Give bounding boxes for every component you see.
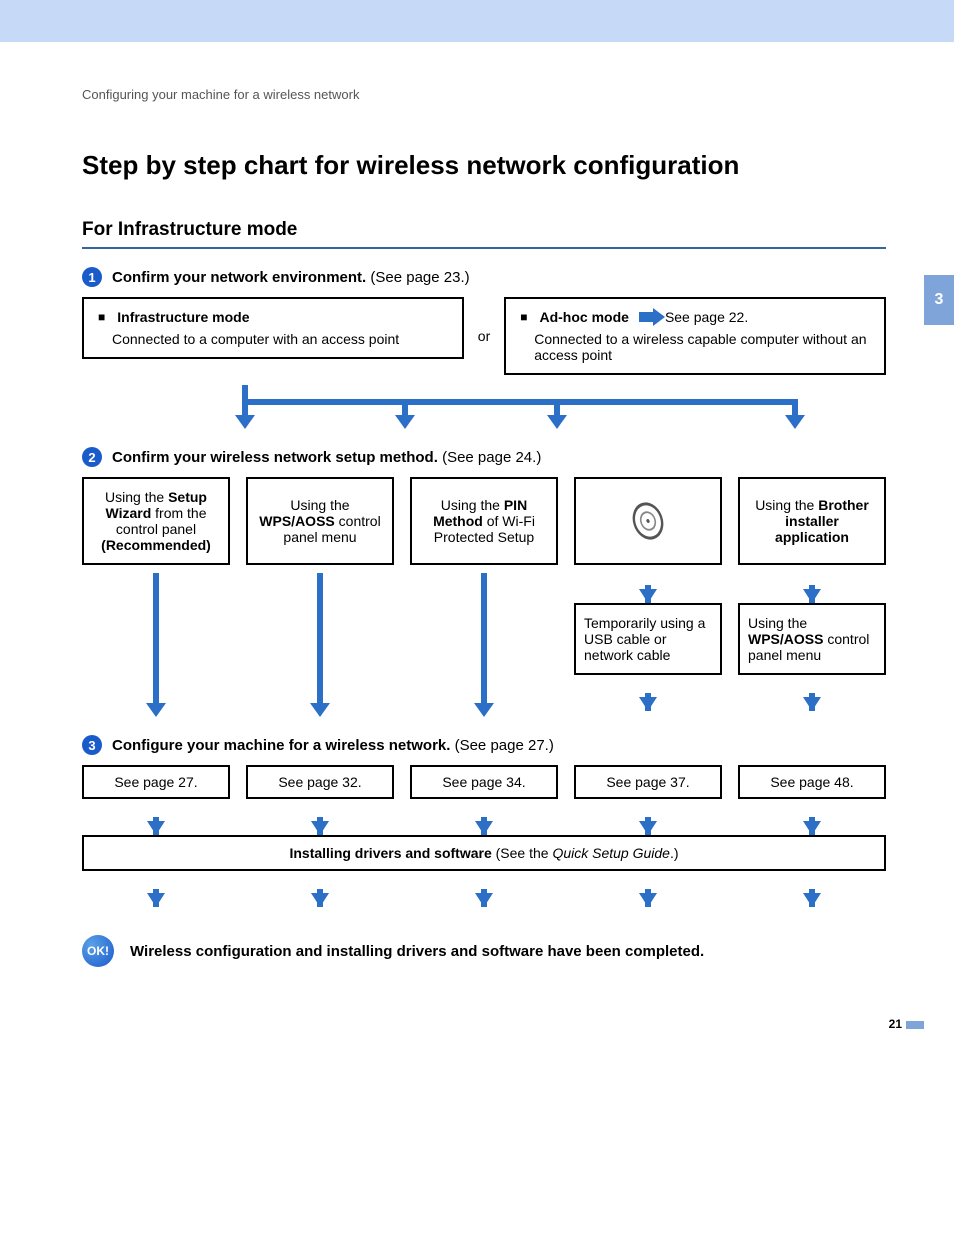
- install-bold: Installing drivers and software: [289, 845, 491, 861]
- step-bullet-1: 1: [82, 267, 102, 287]
- arrow-down-icon: [311, 821, 329, 835]
- arrow-down-icon: [153, 573, 159, 703]
- infra-mode-box: ■ Infrastructure mode Connected to a comp…: [82, 297, 464, 359]
- see-page-4: See page 37.: [574, 765, 722, 799]
- step-2-ref: (See page 24.): [438, 449, 541, 466]
- step-1-ref: (See page 23.): [366, 269, 469, 286]
- install-box: Installing drivers and software (See the…: [82, 835, 886, 871]
- s2-b1: WPS/AOSS: [748, 631, 823, 647]
- arrow-row-4: [82, 877, 886, 907]
- arrow-down-icon: [639, 589, 657, 603]
- arrow-down-icon: [147, 821, 165, 835]
- method-cd-icon-box: [574, 477, 722, 565]
- arrow-down-icon: [803, 697, 821, 711]
- arrow-right-icon: [639, 312, 655, 322]
- method-pin: Using the PIN Method of Wi-Fi Protected …: [410, 477, 558, 565]
- step-2-bold: Confirm your wireless network setup meth…: [112, 449, 438, 466]
- adhoc-ref: See page 22.: [665, 309, 748, 325]
- see-page-2: See page 32.: [246, 765, 394, 799]
- step-bullet-2: 2: [82, 447, 102, 467]
- adhoc-desc: Connected to a wireless capable computer…: [520, 331, 870, 363]
- m3-p1: Using the: [441, 497, 504, 513]
- sub-usb-cable: Temporarily using a USB cable or network…: [574, 603, 722, 675]
- s2-p1: Using the: [748, 615, 807, 631]
- square-bullet-icon: ■: [98, 310, 105, 324]
- step-3: 3 Configure your machine for a wireless …: [82, 735, 886, 755]
- step-2-text: Confirm your wireless network setup meth…: [112, 449, 541, 466]
- page-title: Step by step chart for wireless network …: [82, 150, 886, 181]
- install-tail: .): [670, 845, 679, 861]
- header-bar: [0, 0, 954, 42]
- arrow-down-icon: [639, 697, 657, 711]
- mid-arrows: Temporarily using a USB cable or network…: [82, 573, 886, 711]
- arrow-down-icon: [803, 589, 821, 603]
- method-setup-wizard: Using the Setup Wizard from the control …: [82, 477, 230, 565]
- step-3-ref: (See page 27.): [450, 737, 553, 754]
- step-2: 2 Confirm your wireless network setup me…: [82, 447, 886, 467]
- infra-desc: Connected to a computer with an access p…: [98, 331, 448, 347]
- arrow-down-icon: [481, 573, 487, 703]
- see-page-row: See page 27. See page 32. See page 34. S…: [82, 765, 886, 799]
- arrow-down-icon: [475, 821, 493, 835]
- step-1-bold: Confirm your network environment.: [112, 269, 366, 286]
- step-1: 1 Confirm your network environment. (See…: [82, 267, 886, 287]
- completion-text: Wireless configuration and installing dr…: [130, 943, 704, 960]
- arrow-down-icon: [639, 821, 657, 835]
- arrow-row-3: [82, 805, 886, 835]
- step-1-text: Confirm your network environment. (See p…: [112, 269, 470, 286]
- method-wps-aoss: Using the WPS/AOSS control panel menu: [246, 477, 394, 565]
- adhoc-mode-box: ■ Ad-hoc mode See page 22. Connected to …: [504, 297, 886, 375]
- m1-p1: Using the: [105, 489, 168, 505]
- arrow-down-icon: [803, 821, 821, 835]
- see-page-5: See page 48.: [738, 765, 886, 799]
- see-page-1: See page 27.: [82, 765, 230, 799]
- install-rest: (See the: [492, 845, 553, 861]
- step-bullet-3: 3: [82, 735, 102, 755]
- arrow-down-icon: [147, 893, 165, 907]
- running-head: Configuring your machine for a wireless …: [82, 87, 886, 102]
- m1-b2: (Recommended): [101, 537, 211, 553]
- methods-row: Using the Setup Wizard from the control …: [82, 477, 886, 565]
- page-number-bar: [906, 1021, 924, 1029]
- ok-badge-icon: OK!: [82, 935, 114, 967]
- arrow-down-icon: [317, 573, 323, 703]
- page-number: 21: [889, 1017, 902, 1031]
- arrow-down-icon: [311, 893, 329, 907]
- mode-row: ■ Infrastructure mode Connected to a comp…: [82, 297, 886, 375]
- cd-icon: [628, 498, 669, 544]
- adhoc-title: Ad-hoc mode: [539, 309, 628, 325]
- sub-wps-aoss: Using the WPS/AOSS control panel menu: [738, 603, 886, 675]
- split-arrow-1: [82, 385, 886, 435]
- or-label: or: [474, 328, 494, 344]
- m4-p1: Using the: [755, 497, 818, 513]
- infra-title: Infrastructure mode: [117, 309, 249, 325]
- m2-p1: Using the: [290, 497, 349, 513]
- arrow-down-icon: [475, 893, 493, 907]
- method-brother-installer: Using the Brother installer application: [738, 477, 886, 565]
- install-italic: Quick Setup Guide: [552, 845, 670, 861]
- see-page-3: See page 34.: [410, 765, 558, 799]
- m2-b1: WPS/AOSS: [259, 513, 334, 529]
- step-3-bold: Configure your machine for a wireless ne…: [112, 737, 450, 754]
- arrow-down-icon: [803, 893, 821, 907]
- square-bullet-icon: ■: [520, 310, 527, 324]
- section-title: For Infrastructure mode: [82, 219, 886, 249]
- completion-row: OK! Wireless configuration and installin…: [82, 935, 886, 967]
- arrow-down-icon: [639, 893, 657, 907]
- step-3-text: Configure your machine for a wireless ne…: [112, 737, 554, 754]
